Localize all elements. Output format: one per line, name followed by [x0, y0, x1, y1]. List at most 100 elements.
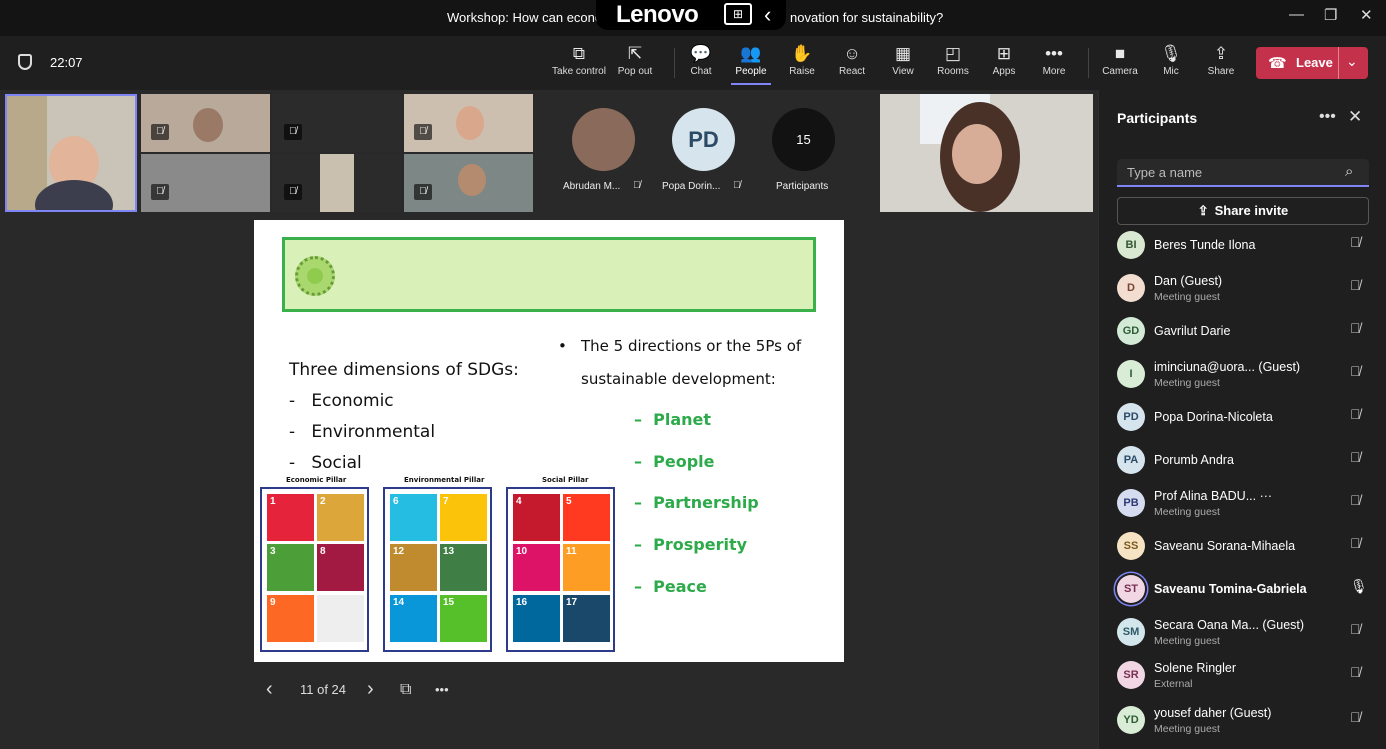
prev-slide-button[interactable]: ‹ — [266, 678, 273, 701]
economic-pillar: 1 2 3 8 9 — [260, 487, 369, 652]
leave-button[interactable]: ☎ Leave ⌄ — [1256, 47, 1368, 79]
environmental-pillar: 6 7 12 13 14 15 — [383, 487, 492, 652]
panel-more-icon[interactable]: ••• — [1319, 108, 1336, 126]
video-tile[interactable]: 🎙̸ — [272, 94, 401, 152]
avatar: SM — [1117, 618, 1145, 646]
back-icon[interactable]: ‹ — [764, 2, 771, 28]
sdg-tile: 15 — [440, 595, 487, 642]
video-tile-large[interactable] — [880, 94, 1093, 212]
sdg-tile: 11 — [563, 544, 610, 591]
five-p-item: – Partnership — [634, 493, 759, 512]
mic-off-icon: 🎙̸ — [733, 180, 741, 191]
share-icon: ⇪ — [1197, 203, 1209, 218]
video-tile[interactable]: 🎙̸ — [141, 94, 270, 152]
avatar: I — [1117, 360, 1145, 388]
participant-video — [320, 154, 354, 212]
participant-role: Meeting guest — [1154, 506, 1220, 518]
close-icon[interactable]: ✕ — [1348, 107, 1362, 127]
bullet-dot: • — [558, 337, 567, 355]
participant-row[interactable]: PB Prof Alina BADU... ··· Meeting guest … — [1117, 484, 1377, 524]
search-placeholder: Type a name — [1127, 165, 1203, 180]
slide-list-item: - Social — [289, 453, 362, 473]
participant-photo[interactable] — [572, 108, 635, 171]
participant-role: Meeting guest — [1154, 723, 1220, 735]
take-control-button[interactable]: ⧉ Take control — [549, 42, 609, 77]
video-tile[interactable]: 🎙̸ — [404, 94, 533, 152]
minimize-button[interactable]: — — [1289, 6, 1304, 23]
slide-title-banner — [282, 237, 816, 312]
pillar-title: Environmental Pillar — [404, 476, 485, 484]
slide-more-icon[interactable]: ••• — [435, 682, 449, 697]
participant-row[interactable]: ST Saveanu Tomina-Gabriela 🎙 — [1117, 570, 1377, 610]
participants-count-label: Participants — [776, 181, 829, 192]
next-slide-button[interactable]: › — [367, 678, 374, 701]
grid-view-icon[interactable]: ⧉ — [400, 681, 411, 699]
video-tile[interactable]: 🎙̸ — [404, 154, 533, 212]
participant-row[interactable]: SM Secara Oana Ma... (Guest) Meeting gue… — [1117, 613, 1377, 653]
participant-row[interactable]: D Dan (Guest) Meeting guest 🎙̸ — [1117, 269, 1377, 309]
five-p-item: – Prosperity — [634, 535, 748, 554]
sdg-tile: 2 — [317, 494, 364, 541]
vantage-icon[interactable]: ⊞ — [724, 3, 752, 25]
phone-hangup-icon: ☎ — [1268, 55, 1287, 72]
five-p-item: – Planet — [634, 410, 712, 429]
close-window-button[interactable]: ✕ — [1360, 6, 1373, 24]
sdg-tile: 9 — [267, 595, 314, 642]
sdg-tile: 7 — [440, 494, 487, 541]
share-invite-button[interactable]: ⇪ Share invite — [1117, 197, 1369, 225]
pillar-title: Economic Pillar — [286, 476, 347, 484]
participants-count[interactable]: 15 — [772, 108, 835, 171]
participant-name: Popa Dorina-Nicoleta — [1154, 410, 1273, 424]
participants-panel: Participants ••• ✕ Type a name ⌕ ⇪ Share … — [1098, 90, 1386, 749]
five-p-item: – Peace — [634, 577, 707, 596]
share-button[interactable]: ⇪ Share — [1191, 42, 1251, 77]
sdg-tile: 10 — [513, 544, 560, 591]
lenovo-overlay: Lenovo ⊞ ‹ — [596, 0, 786, 30]
slide-left-heading: Three dimensions of SDGs: — [289, 360, 519, 380]
sdg-tile: 8 — [317, 544, 364, 591]
mic-off-icon: 🎙̸ — [414, 184, 432, 200]
participant-name: Saveanu Tomina-Gabriela — [1154, 582, 1307, 596]
participant-row[interactable]: I iminciuna@uora... (Guest) Meeting gues… — [1117, 355, 1377, 395]
participant-name: yousef daher (Guest) — [1154, 706, 1272, 720]
participant-name: Saveanu Sorana-Mihaela — [1154, 539, 1296, 553]
participant-row[interactable]: BI Beres Tunde Ilona 🎙̸ — [1117, 226, 1377, 266]
mic-off-icon: 🎙̸ — [1350, 492, 1361, 508]
sdg-tile: 5 — [563, 494, 610, 541]
video-tile-speaker[interactable] — [5, 94, 137, 212]
participant-row[interactable]: YD yousef daher (Guest) Meeting guest 🎙̸ — [1117, 701, 1377, 741]
participant-row[interactable]: PD Popa Dorina-Nicoleta 🎙̸ — [1117, 398, 1377, 438]
more-button[interactable]: ••• More — [1024, 42, 1084, 77]
video-tile[interactable]: 🎙̸ — [272, 154, 401, 212]
sdg-tile: 16 — [513, 595, 560, 642]
slide-bullet-line: The 5 directions or the 5Ps of — [581, 337, 802, 355]
shield-icon — [18, 54, 32, 70]
participant-name: Secara Oana Ma... (Guest) — [1154, 618, 1305, 632]
participant-name: Popa Dorin... — [662, 181, 721, 192]
mic-off-icon: 🎙̸ — [1350, 277, 1361, 293]
pop-out-button[interactable]: ⇱ Pop out — [605, 42, 665, 77]
participant-row[interactable]: SR Solene Ringler External 🎙̸ — [1117, 656, 1377, 696]
participant-name: Prof Alina BADU... ··· — [1154, 489, 1273, 503]
avatar: ST — [1117, 575, 1145, 603]
sdg-tile: 12 — [390, 544, 437, 591]
search-input[interactable]: Type a name ⌕ — [1117, 159, 1369, 187]
participant-row[interactable]: SS Saveanu Sorana-Mihaela 🎙̸ — [1117, 527, 1377, 567]
take-control-icon: ⧉ — [572, 44, 586, 63]
slide-list-item: - Environmental — [289, 422, 436, 442]
avatar: SS — [1117, 532, 1145, 560]
participant-row[interactable]: PA Porumb Andra 🎙̸ — [1117, 441, 1377, 481]
chevron-down-icon[interactable]: ⌄ — [1346, 53, 1358, 70]
sdg-tile: 4 — [513, 494, 560, 541]
restore-button[interactable]: ❐ — [1324, 6, 1337, 24]
avatar: PB — [1117, 489, 1145, 517]
video-tile[interactable]: 🎙̸ — [141, 154, 270, 212]
mic-off-icon: 🎙̸ — [414, 124, 432, 140]
share-icon: ⇪ — [1213, 44, 1229, 63]
pop-out-icon: ⇱ — [627, 44, 643, 63]
mic-off-icon: 🎙̸ — [1350, 320, 1361, 336]
participant-avatar[interactable]: PD — [672, 108, 735, 171]
participant-row[interactable]: GD Gavrilut Darie 🎙̸ — [1117, 312, 1377, 352]
participant-role: Meeting guest — [1154, 377, 1220, 389]
sdg-tile: 3 — [267, 544, 314, 591]
